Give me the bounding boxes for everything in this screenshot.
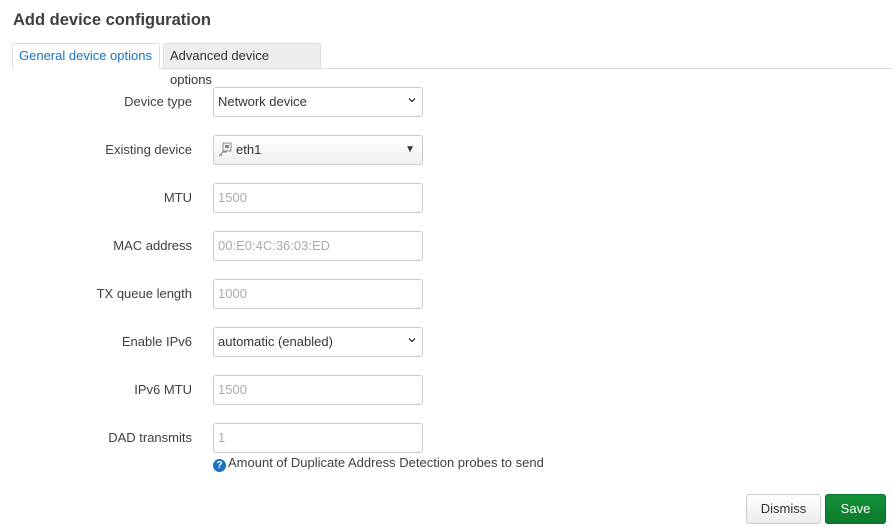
mac-address-input[interactable]: 00:E0:4C:36:03:ED (213, 231, 423, 261)
row-dad-transmits: DAD transmits 1 (0, 423, 892, 453)
tab-general-device-options[interactable]: General device options (12, 43, 160, 69)
enable-ipv6-label: Enable IPv6 (121, 334, 192, 349)
dismiss-button[interactable]: Dismiss (746, 494, 821, 524)
row-mtu: MTU 1500 (0, 183, 892, 213)
device-type-value: Network device (218, 94, 307, 109)
enable-ipv6-select[interactable]: automatic (enabled) (213, 327, 423, 357)
enable-ipv6-value: automatic (enabled) (218, 334, 333, 349)
save-button[interactable]: Save (825, 494, 886, 524)
row-ipv6-mtu: IPv6 MTU 1500 (0, 375, 892, 405)
mac-address-placeholder: 00:E0:4C:36:03:ED (218, 238, 331, 253)
mtu-label: MTU (163, 190, 192, 205)
dad-transmits-input[interactable]: 1 (213, 423, 423, 453)
help-question-icon: ? (213, 459, 226, 472)
row-mac-address: MAC address 00:E0:4C:36:03:ED (0, 231, 892, 261)
row-existing-device: Existing device eth1 ▼ (0, 135, 892, 165)
mtu-input[interactable]: 1500 (213, 183, 423, 213)
mtu-placeholder: 1500 (218, 190, 247, 205)
device-type-label: Device type (124, 94, 192, 109)
tab-advanced-device-options[interactable]: Advanced device options (163, 43, 321, 87)
ipv6-mtu-placeholder: 1500 (218, 382, 247, 397)
mac-address-label: MAC address (113, 238, 192, 253)
ethernet-port-icon (218, 142, 232, 157)
existing-device-value: eth1 (236, 142, 262, 157)
row-tx-queue-length: TX queue length 1000 (0, 279, 892, 309)
dialog-title: Add device configuration (13, 11, 212, 29)
dad-transmits-help: ? Amount of Duplicate Address Detection p… (213, 455, 544, 472)
dad-transmits-label: DAD transmits (108, 430, 192, 445)
row-enable-ipv6: Enable IPv6 automatic (enabled) (0, 327, 892, 357)
chevron-down-icon (408, 338, 416, 343)
device-type-select[interactable]: Network device (213, 87, 423, 117)
dropdown-triangle-icon: ▼ (405, 144, 415, 155)
tx-queue-length-placeholder: 1000 (218, 286, 247, 301)
existing-device-label: Existing device (105, 142, 192, 157)
dad-transmits-help-text: Amount of Duplicate Address Detection pr… (228, 455, 544, 470)
existing-device-dropdown[interactable]: eth1 ▼ (213, 135, 423, 165)
row-device-type: Device type Network device (0, 87, 892, 117)
dad-transmits-placeholder: 1 (218, 430, 226, 445)
ipv6-mtu-input[interactable]: 1500 (213, 375, 423, 405)
tx-queue-length-label: TX queue length (96, 286, 192, 301)
ipv6-mtu-label: IPv6 MTU (134, 382, 192, 397)
chevron-down-icon (408, 98, 416, 103)
tab-bar: General device options Advanced device o… (12, 43, 892, 87)
tx-queue-length-input[interactable]: 1000 (213, 279, 423, 309)
